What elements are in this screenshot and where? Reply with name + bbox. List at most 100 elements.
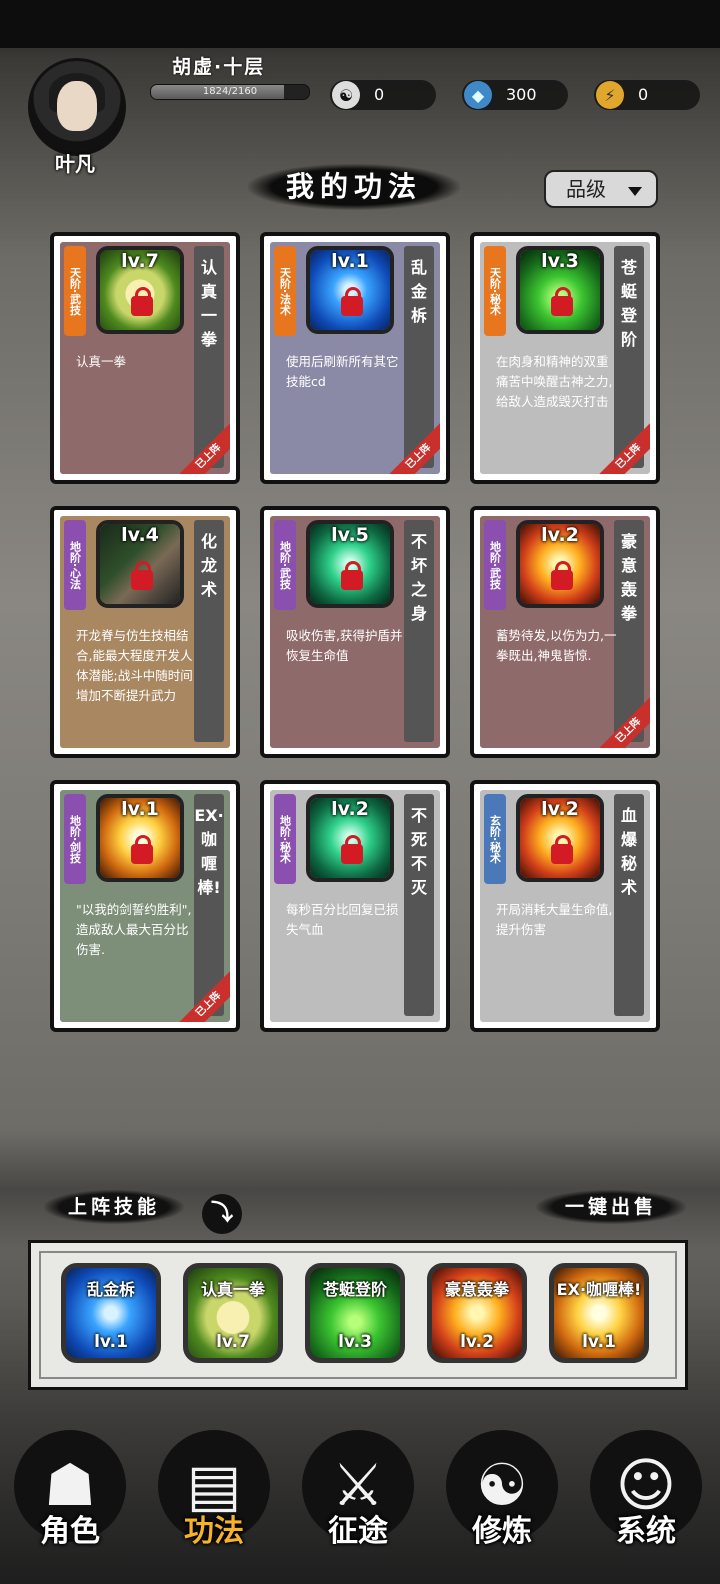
equipped-slot[interactable]: 乱金柝 lv.1 bbox=[61, 1263, 161, 1363]
skill-name: 乱金柝 bbox=[410, 258, 427, 325]
spirit-stone-icon: ◆ bbox=[464, 81, 492, 109]
skill-tier-tag: 地阶·剑技 bbox=[64, 794, 86, 884]
xp-text: 1824/2160 bbox=[202, 86, 258, 97]
bottom-nav: ☗ 角色 ▤ 功法 ⚔ 征途 ☯ 修炼 ☺ 系统 bbox=[0, 1400, 720, 1584]
skill-description: 开局消耗大量生命值,提升伤害 bbox=[496, 902, 613, 937]
skill-icon: lv.3 bbox=[516, 246, 604, 334]
skill-tier: 地阶·秘术 bbox=[278, 814, 292, 864]
skill-card[interactable]: 地阶·武技 lv.2 豪意轰拳 蓄势待发,以伤为力,一拳既出,神鬼皆惊. 已上阵 bbox=[470, 506, 660, 758]
skill-description: 开龙脊与仿生技相结合,能最大程度开发人体潜能;战斗中随时间增加不断提升武力 bbox=[76, 628, 193, 703]
skill-card[interactable]: 玄阶·秘术 lv.2 血爆秘术 开局消耗大量生命值,提升伤害 bbox=[470, 780, 660, 1032]
skill-icon: lv.2 bbox=[306, 794, 394, 882]
slot-skill-level: lv.1 bbox=[94, 1332, 128, 1352]
lock-icon bbox=[341, 287, 363, 316]
slot-skill-name: 乱金柝 bbox=[86, 1280, 135, 1299]
nav-item-cultivate[interactable]: ☯ 修炼 bbox=[432, 1400, 572, 1584]
skill-card-body: 地阶·剑技 lv.1 EX·咖喱棒! "以我的剑誓约胜利",造成敌人最大百分比伤害. 已… bbox=[60, 790, 230, 1022]
skill-description: 认真一拳 bbox=[76, 354, 127, 369]
resource-value: 0 bbox=[374, 85, 385, 104]
skill-tier: 天阶·武技 bbox=[68, 266, 82, 316]
skill-card[interactable]: 地阶·武技 lv.5 不坏之身 吸收伤害,获得护盾并恢复生命值 bbox=[260, 506, 450, 758]
skill-card[interactable]: 地阶·秘术 lv.2 不死不灭 每秒百分比回复已损失气血 bbox=[260, 780, 450, 1032]
page-title-banner: 我的功法 bbox=[248, 164, 460, 210]
page-title: 我的功法 bbox=[285, 170, 422, 203]
lock-icon bbox=[551, 287, 573, 316]
skill-card[interactable]: 天阶·秘术 lv.3 苍蜓登阶 在肉身和精神的双重痛苦中唤醒古神之力,给敌人造成毁灭打… bbox=[470, 232, 660, 484]
nav-item-journey[interactable]: ⚔ 征途 bbox=[288, 1400, 428, 1584]
sell-all-button[interactable]: 一键出售 bbox=[536, 1190, 686, 1224]
skill-tier-tag: 地阶·秘术 bbox=[274, 794, 296, 884]
xp-bar: 1824/2160 bbox=[150, 84, 310, 100]
resource-energy[interactable]: ⚡ 0 bbox=[594, 80, 700, 110]
slot-skill-level: lv.3 bbox=[338, 1332, 372, 1352]
skill-tier: 玄阶·秘术 bbox=[488, 814, 502, 864]
skill-icon: lv.2 bbox=[516, 520, 604, 608]
skill-tier: 地阶·武技 bbox=[278, 540, 292, 590]
skill-level: lv.5 bbox=[331, 524, 369, 546]
lightning-icon: ⚡ bbox=[596, 81, 624, 109]
top-bar-shadow bbox=[0, 0, 720, 48]
slot-skill-level: lv.7 bbox=[216, 1332, 250, 1352]
skill-tier-tag: 玄阶·秘术 bbox=[484, 794, 506, 884]
chevron-down-icon bbox=[628, 187, 642, 196]
equipped-slot[interactable]: 豪意轰拳 lv.2 bbox=[427, 1263, 527, 1363]
skill-tier-tag: 天阶·武技 bbox=[64, 246, 86, 336]
player-avatar[interactable] bbox=[28, 58, 126, 156]
skill-level: lv.3 bbox=[541, 250, 579, 272]
skill-description: "以我的剑誓约胜利",造成敌人最大百分比伤害. bbox=[76, 902, 192, 957]
skill-tier: 地阶·心法 bbox=[68, 540, 82, 590]
equipped-slot[interactable]: 苍蜓登阶 lv.3 bbox=[305, 1263, 405, 1363]
sort-label: 品级 bbox=[566, 177, 606, 201]
skill-card-body: 天阶·武技 lv.7 认真一拳 认真一拳 已上阵 bbox=[60, 242, 230, 474]
arrow-down-icon[interactable]: ⤵ bbox=[202, 1194, 242, 1234]
resource-yin-yang[interactable]: ☯ 0 bbox=[330, 80, 436, 110]
nav-label: 修炼 bbox=[472, 1514, 532, 1549]
skill-name: EX·咖喱棒! bbox=[194, 806, 224, 897]
skill-card[interactable]: 天阶·武技 lv.7 认真一拳 认真一拳 已上阵 bbox=[50, 232, 240, 484]
nav-item-character[interactable]: ☗ 角色 bbox=[0, 1400, 140, 1584]
nav-label: 功法 bbox=[184, 1514, 244, 1549]
skill-description: 吸收伤害,获得护盾并恢复生命值 bbox=[286, 628, 403, 663]
skill-name: 认真一拳 bbox=[200, 258, 217, 349]
skill-tier-tag: 地阶·武技 bbox=[484, 520, 506, 610]
nav-label: 征途 bbox=[328, 1514, 388, 1549]
cultivation-realm: 胡虚·十层 bbox=[172, 56, 266, 78]
skill-tier: 地阶·武技 bbox=[488, 540, 502, 590]
nav-item-skills[interactable]: ▤ 功法 bbox=[144, 1400, 284, 1584]
skill-description: 蓄势待发,以伤为力,一拳既出,神鬼皆惊. bbox=[496, 628, 617, 663]
resource-spirit-stone[interactable]: ◆ 300 bbox=[462, 80, 568, 110]
skill-level: lv.7 bbox=[121, 250, 159, 272]
skill-tier: 天阶·秘术 bbox=[488, 266, 502, 316]
nav-item-system[interactable]: ☺ 系统 bbox=[576, 1400, 716, 1584]
slot-skill-name: 豪意轰拳 bbox=[444, 1280, 509, 1299]
lock-icon bbox=[131, 835, 153, 864]
skill-tier: 地阶·剑技 bbox=[68, 814, 82, 864]
equipped-slot[interactable]: EX·咖喱棒! lv.1 bbox=[549, 1263, 649, 1363]
skill-description: 使用后刷新所有其它技能cd bbox=[286, 354, 399, 389]
skill-name: 苍蜓登阶 bbox=[620, 258, 637, 349]
skill-card[interactable]: 地阶·剑技 lv.1 EX·咖喱棒! "以我的剑誓约胜利",造成敌人最大百分比伤害. 已… bbox=[50, 780, 240, 1032]
skill-card-body: 地阶·武技 lv.5 不坏之身 吸收伤害,获得护盾并恢复生命值 bbox=[270, 516, 440, 748]
lock-icon bbox=[341, 835, 363, 864]
slot-skill-name: 苍蜓登阶 bbox=[322, 1280, 387, 1299]
skill-icon: lv.7 bbox=[96, 246, 184, 334]
equipped-skills-label: 上阵技能 bbox=[44, 1190, 184, 1224]
skill-card[interactable]: 天阶·法术 lv.1 乱金柝 使用后刷新所有其它技能cd 已上阵 bbox=[260, 232, 450, 484]
skill-tier-tag: 天阶·法术 bbox=[274, 246, 296, 336]
slot-skill-name: EX·咖喱棒! bbox=[556, 1280, 642, 1299]
skill-icon: lv.4 bbox=[96, 520, 184, 608]
skill-card[interactable]: 地阶·心法 lv.4 化龙术 开龙脊与仿生技相结合,能最大程度开发人体潜能;战斗中随时… bbox=[50, 506, 240, 758]
skill-card-body: 天阶·秘术 lv.3 苍蜓登阶 在肉身和精神的双重痛苦中唤醒古神之力,给敌人造成毁灭打… bbox=[480, 242, 650, 474]
resource-value: 0 bbox=[638, 85, 649, 104]
lock-icon bbox=[131, 287, 153, 316]
skill-icon: lv.1 bbox=[96, 794, 184, 882]
skill-level: lv.1 bbox=[331, 250, 369, 272]
skill-description: 在肉身和精神的双重痛苦中唤醒古神之力,给敌人造成毁灭打击 bbox=[496, 354, 613, 409]
sort-dropdown[interactable]: 品级 bbox=[544, 170, 658, 208]
slot-skill-level: lv.2 bbox=[460, 1332, 494, 1352]
skill-icon: lv.1 bbox=[306, 246, 394, 334]
equipped-skills-panel: 乱金柝 lv.1 认真一拳 lv.7 苍蜓登阶 lv.3 豪意轰拳 lv.2 EX·咖喱棒! lv… bbox=[28, 1240, 688, 1390]
skill-level: lv.2 bbox=[541, 524, 579, 546]
lock-icon bbox=[551, 835, 573, 864]
equipped-slot[interactable]: 认真一拳 lv.7 bbox=[183, 1263, 283, 1363]
